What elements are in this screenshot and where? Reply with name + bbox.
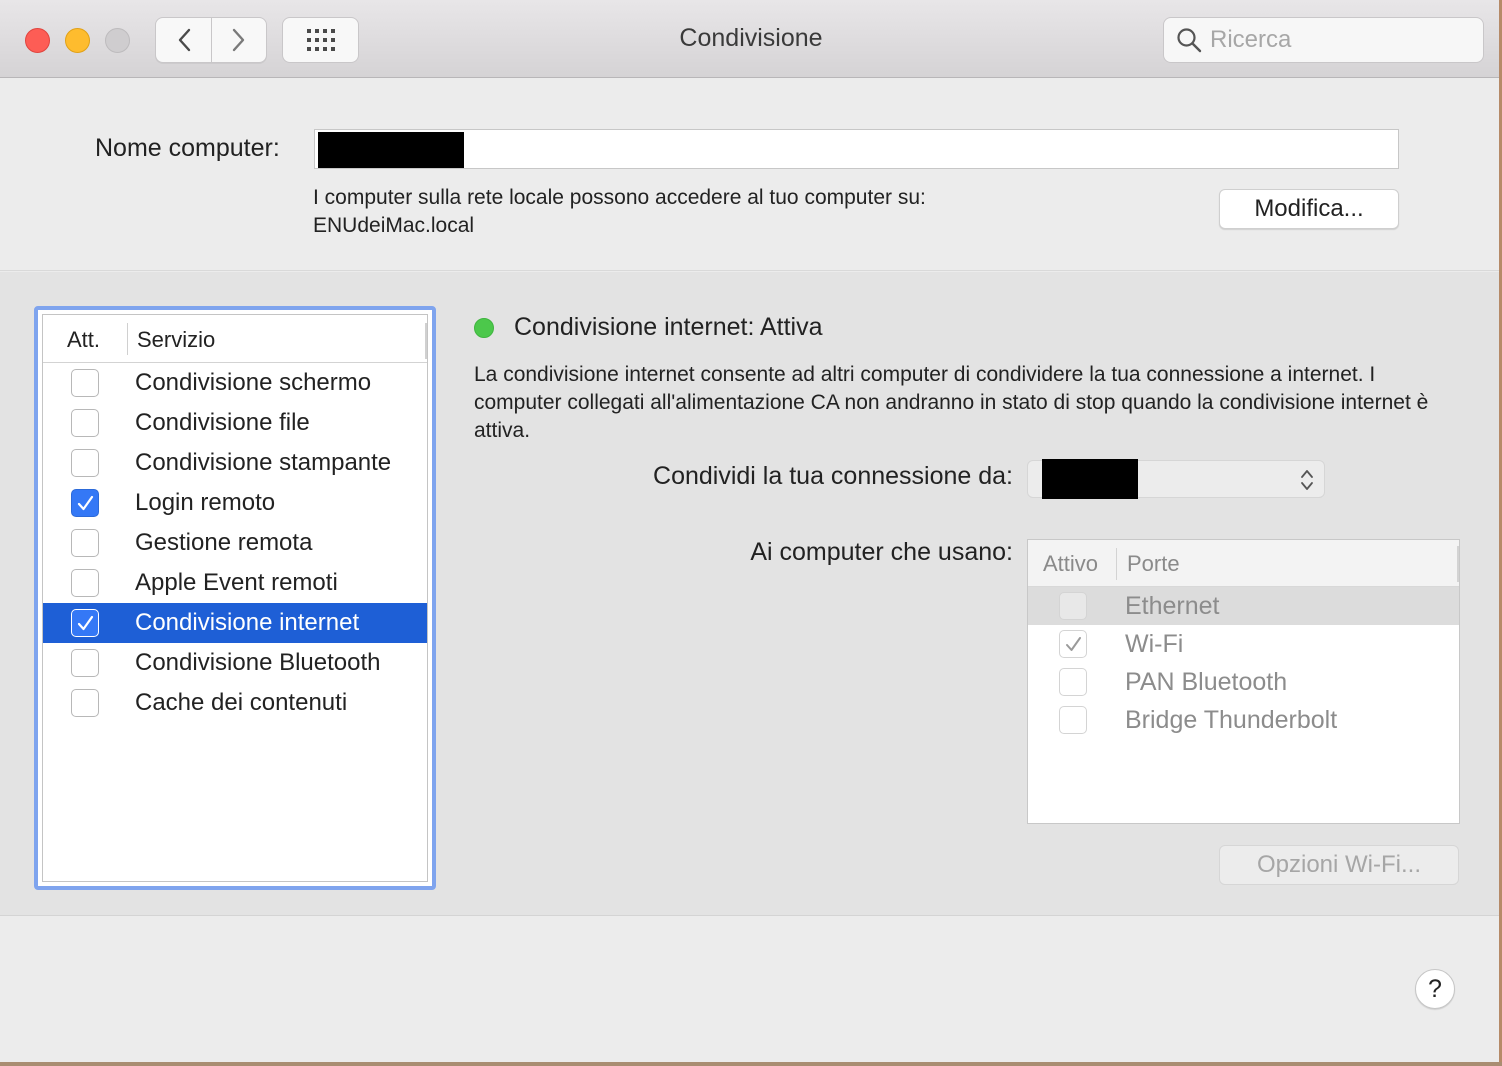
column-header-on[interactable]: Att. <box>67 327 100 353</box>
service-label: Condivisione schermo <box>135 369 372 396</box>
service-checkbox[interactable] <box>71 409 99 437</box>
redacted-value <box>318 132 464 168</box>
service-row[interactable]: Gestione remota <box>43 523 427 563</box>
port-checkbox[interactable] <box>1059 706 1087 734</box>
service-label: Login remoto <box>135 489 276 516</box>
service-label: Cache dei contenuti <box>135 689 348 716</box>
service-checkbox[interactable] <box>71 649 99 677</box>
computer-name-label: Nome computer: <box>95 134 280 162</box>
service-row[interactable]: Login remoto <box>43 483 427 523</box>
service-row[interactable]: Condivisione Bluetooth <box>43 643 427 683</box>
services-list-header: Att. Servizio <box>43 315 427 363</box>
port-label: Wi-Fi <box>1125 630 1184 658</box>
service-label: Condivisione file <box>135 409 310 436</box>
to-computers-label: Ai computer che usano: <box>750 538 1013 566</box>
port-row[interactable]: PAN Bluetooth <box>1028 663 1459 701</box>
port-row[interactable]: Bridge Thunderbolt <box>1028 701 1459 739</box>
service-row[interactable]: Condivisione file <box>43 403 427 443</box>
port-checkbox[interactable] <box>1059 630 1087 658</box>
port-row[interactable]: Ethernet <box>1028 587 1459 625</box>
column-header-service[interactable]: Servizio <box>137 327 215 353</box>
local-address-info: I computer sulla rete locale possono acc… <box>313 184 926 240</box>
checkmark-icon <box>1066 637 1081 651</box>
title-bar: Condivisione <box>0 0 1502 78</box>
share-from-label: Condividi la tua connessione da: <box>653 462 1013 490</box>
ports-list-header: Attivo Porte <box>1028 540 1459 587</box>
service-label: Condivisione internet <box>135 609 360 636</box>
service-checkbox[interactable] <box>71 449 99 477</box>
service-checkbox[interactable] <box>71 489 99 517</box>
search-input[interactable] <box>1210 26 1470 54</box>
edit-name-button[interactable]: Modifica... <box>1219 189 1399 229</box>
local-hostname: ENUdeiMac.local <box>313 214 475 237</box>
port-label: PAN Bluetooth <box>1125 668 1288 696</box>
port-label: Ethernet <box>1125 592 1220 620</box>
port-label: Bridge Thunderbolt <box>1125 706 1338 734</box>
service-checkbox[interactable] <box>71 609 99 637</box>
help-button[interactable]: ? <box>1415 969 1455 1009</box>
search-icon <box>1177 28 1202 53</box>
service-description: La condivisione internet consente ad alt… <box>474 363 1429 442</box>
local-address-text: I computer sulla rete locale possono acc… <box>313 186 926 209</box>
service-label: Gestione remota <box>135 529 313 556</box>
service-label: Condivisione Bluetooth <box>135 649 381 676</box>
column-header-ports[interactable]: Porte <box>1127 551 1180 577</box>
port-row[interactable]: Wi-Fi <box>1028 625 1459 663</box>
service-checkbox[interactable] <box>71 529 99 557</box>
port-checkbox[interactable] <box>1059 668 1087 696</box>
computer-name-field[interactable] <box>314 129 1399 169</box>
wifi-options-button[interactable]: Opzioni Wi-Fi... <box>1219 845 1459 885</box>
services-list-focus: Att. Servizio Condivisione schermo Condiv… <box>34 306 436 890</box>
search-field[interactable] <box>1163 17 1484 63</box>
ports-rows: Ethernet Wi-Fi PAN Bluetooth Bridge Thunder… <box>1028 587 1459 739</box>
redacted-value <box>1042 459 1138 499</box>
status-title: Condivisione internet: Attiva <box>514 313 823 341</box>
desktop-edge <box>0 1062 1502 1066</box>
checkmark-icon <box>77 495 94 511</box>
port-checkbox[interactable] <box>1059 592 1087 620</box>
services-rows: Condivisione schermo Condivisione file Con… <box>43 363 427 723</box>
checkmark-icon <box>77 615 94 631</box>
service-label: Condivisione stampante <box>135 449 392 476</box>
service-checkbox[interactable] <box>71 369 99 397</box>
services-list[interactable]: Att. Servizio Condivisione schermo Condiv… <box>42 314 428 882</box>
computer-name-section <box>0 79 1502 271</box>
service-row[interactable]: Condivisione schermo <box>43 363 427 403</box>
popup-arrows-icon <box>1301 470 1313 490</box>
column-header-active[interactable]: Attivo <box>1043 551 1098 577</box>
service-row[interactable]: Condivisione internet <box>43 603 427 643</box>
service-row[interactable]: Condivisione stampante <box>43 443 427 483</box>
share-from-popup[interactable] <box>1027 459 1325 499</box>
service-checkbox[interactable] <box>71 569 99 597</box>
status-indicator <box>474 318 494 338</box>
service-row[interactable]: Apple Event remoti <box>43 563 427 603</box>
service-checkbox[interactable] <box>71 689 99 717</box>
ports-list[interactable]: Attivo Porte Ethernet Wi-Fi PAN Bluetooth B… <box>1027 539 1460 824</box>
service-row[interactable]: Cache dei contenuti <box>43 683 427 723</box>
service-label: Apple Event remoti <box>135 569 338 596</box>
